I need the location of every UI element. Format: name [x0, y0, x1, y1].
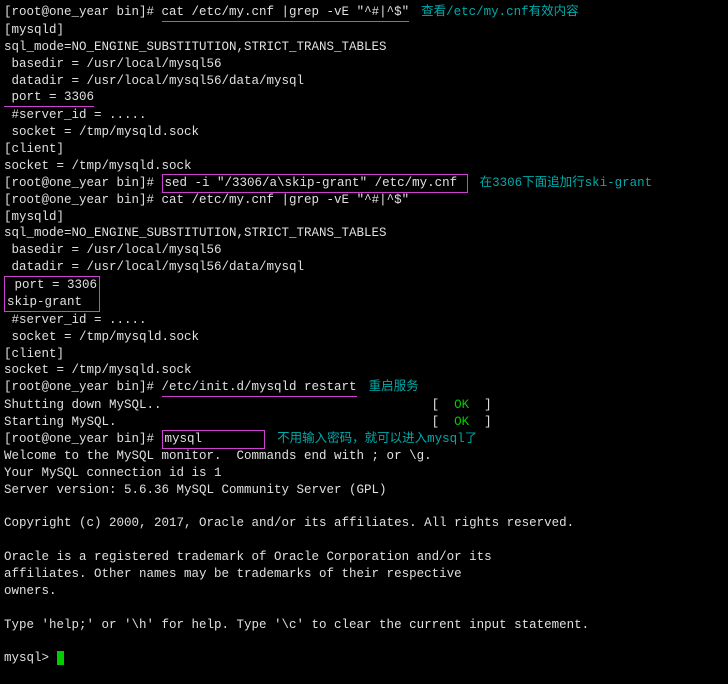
- mysql-help-hint: Type 'help;' or '\h' for help. Type '\c'…: [4, 617, 724, 634]
- output-sql-mode-2: sql_mode=NO_ENGINE_SUBSTITUTION,STRICT_T…: [4, 225, 724, 242]
- output-client-socket-2: socket = /tmp/mysqld.sock: [4, 362, 724, 379]
- mysql-welcome: Welcome to the MySQL monitor. Commands e…: [4, 448, 724, 465]
- prompt-line-2[interactable]: [root@one_year bin]# sed -i "/3306/a\ski…: [4, 175, 724, 192]
- command-cat-grep-2: cat /etc/my.cnf |grep -vE "^#|^$": [162, 193, 410, 207]
- status-ok: OK: [454, 398, 469, 412]
- output-socket-2: socket = /tmp/mysqld.sock: [4, 329, 724, 346]
- mysql-trademark-3: owners.: [4, 583, 724, 600]
- output-socket: socket = /tmp/mysqld.sock: [4, 124, 724, 141]
- output-basedir: basedir = /usr/local/mysql56: [4, 56, 724, 73]
- output-sql-mode: sql_mode=NO_ENGINE_SUBSTITUTION,STRICT_T…: [4, 39, 724, 56]
- command-cat-grep: cat /etc/my.cnf |grep -vE "^#|^$": [162, 4, 410, 22]
- mysql-connection-id: Your MySQL connection id is 1: [4, 465, 724, 482]
- output-client-socket: socket = /tmp/mysqld.sock: [4, 158, 724, 175]
- mysql-prompt: mysql>: [4, 651, 57, 665]
- output-mysqld-section: [mysqld]: [4, 22, 724, 39]
- blank-line: [4, 633, 724, 650]
- command-mysql: mysql: [162, 430, 266, 449]
- shell-prompt: [root@one_year bin]#: [4, 5, 162, 19]
- command-sed: sed -i "/3306/a\skip-grant" /etc/my.cnf: [162, 174, 468, 193]
- prompt-line-5[interactable]: [root@one_year bin]# mysql 不用输入密码，就可以进入m…: [4, 431, 724, 448]
- mysql-prompt-line[interactable]: mysql>: [4, 650, 724, 667]
- cursor-icon: [57, 651, 64, 665]
- prompt-line-4[interactable]: [root@one_year bin]# /etc/init.d/mysqld …: [4, 379, 724, 397]
- output-mysqld-section-2: [mysqld]: [4, 209, 724, 226]
- annotation-restart: 重启服务: [369, 380, 419, 394]
- output-client-section: [client]: [4, 141, 724, 158]
- status-ok: OK: [454, 415, 469, 429]
- mysql-copyright: Copyright (c) 2000, 2017, Oracle and/or …: [4, 515, 724, 532]
- annotation-add-skip-grant: 在3306下面追加行ski-grant: [480, 176, 653, 190]
- shell-prompt: [root@one_year bin]#: [4, 380, 162, 394]
- output-port-skip-grant-box: port = 3306 skip-grant: [4, 276, 100, 312]
- blank-line: [4, 532, 724, 549]
- shell-prompt: [root@one_year bin]#: [4, 193, 162, 207]
- blank-line: [4, 498, 724, 515]
- mysql-trademark-2: affiliates. Other names may be trademark…: [4, 566, 724, 583]
- output-port-2: port = 3306: [7, 277, 97, 294]
- mysql-server-version: Server version: 5.6.36 MySQL Community S…: [4, 482, 724, 499]
- output-shutdown: Shutting down MySQL.. [ OK ]: [4, 397, 724, 414]
- output-server-id-2: #server_id = .....: [4, 312, 724, 329]
- blank-line: [4, 600, 724, 617]
- prompt-line-1[interactable]: [root@one_year bin]# cat /etc/my.cnf |gr…: [4, 4, 724, 22]
- output-server-id: #server_id = .....: [4, 107, 724, 124]
- output-datadir: datadir = /usr/local/mysql56/data/mysql: [4, 73, 724, 90]
- annotation-view-cnf: 查看/etc/my.cnf有效内容: [421, 5, 579, 19]
- output-starting: Starting MySQL. [ OK ]: [4, 414, 724, 431]
- prompt-line-3[interactable]: [root@one_year bin]# cat /etc/my.cnf |gr…: [4, 192, 724, 209]
- output-basedir-2: basedir = /usr/local/mysql56: [4, 242, 724, 259]
- output-skip-grant: skip-grant: [7, 294, 97, 311]
- output-datadir-2: datadir = /usr/local/mysql56/data/mysql: [4, 259, 724, 276]
- output-client-section-2: [client]: [4, 346, 724, 363]
- command-restart: /etc/init.d/mysqld restart: [162, 379, 357, 397]
- output-port-highlighted: port = 3306: [4, 89, 94, 107]
- shell-prompt: [root@one_year bin]#: [4, 176, 162, 190]
- shell-prompt: [root@one_year bin]#: [4, 432, 162, 446]
- mysql-trademark-1: Oracle is a registered trademark of Orac…: [4, 549, 724, 566]
- annotation-no-password: 不用输入密码，就可以进入mysql了: [277, 432, 477, 446]
